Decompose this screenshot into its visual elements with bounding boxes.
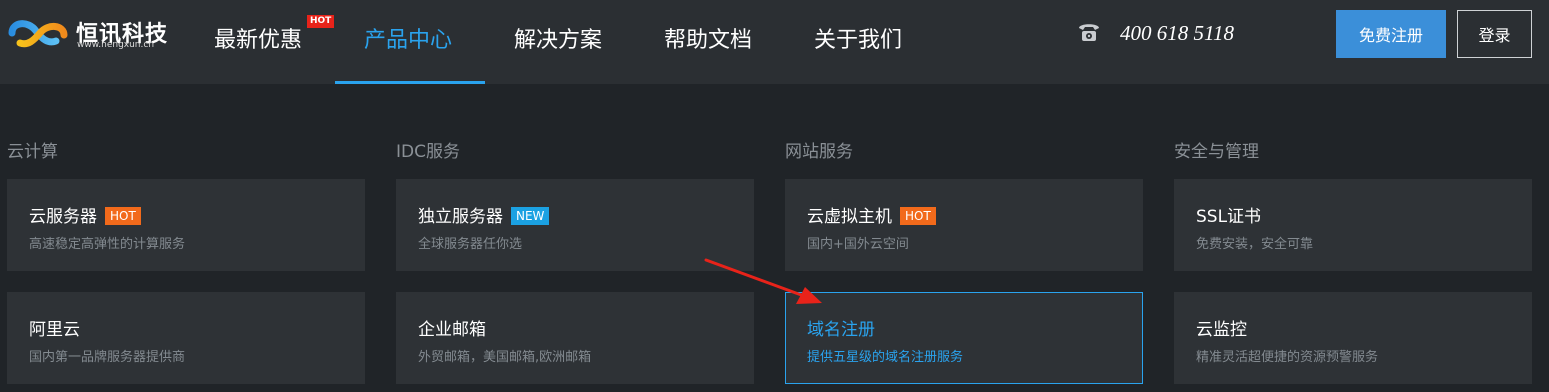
hot-tag: HOT xyxy=(900,207,936,225)
product-name: 域名注册 xyxy=(807,320,875,340)
product-name: 独立服务器 NEW xyxy=(418,202,550,227)
category-title-security: 安全与管理 xyxy=(1174,142,1259,162)
brand-domain: www.hengxun.cn xyxy=(77,40,155,50)
product-card-dedicated-server[interactable]: 独立服务器 NEW 全球服务器任你选 xyxy=(396,179,754,271)
product-name: 云监控 xyxy=(1196,320,1247,340)
product-name: 企业邮箱 xyxy=(418,320,486,340)
register-button[interactable]: 免费注册 xyxy=(1336,10,1446,58)
category-title-website: 网站服务 xyxy=(785,142,853,162)
telephone-icon xyxy=(1079,24,1099,41)
nav-item-promotions[interactable]: 最新优惠 xyxy=(214,22,302,54)
nav-item-docs[interactable]: 帮助文档 xyxy=(664,22,752,54)
category-title-idc: IDC服务 xyxy=(396,142,460,162)
product-card-cloud-monitor[interactable]: 云监控 精准灵活超便捷的资源预警服务 xyxy=(1174,292,1532,384)
product-card-domain-registration[interactable]: 域名注册 提供五星级的域名注册服务 xyxy=(785,292,1143,384)
nav-item-solutions[interactable]: 解决方案 xyxy=(514,22,602,54)
product-desc: 外贸邮箱，美国邮箱,欧洲邮箱 xyxy=(418,350,592,365)
product-card-virtual-host[interactable]: 云虚拟主机 HOT 国内+国外云空间 xyxy=(785,179,1143,271)
hot-tag: HOT xyxy=(105,207,141,225)
product-desc: 免费安装，安全可靠 xyxy=(1196,237,1314,252)
product-name: 云服务器 HOT xyxy=(29,202,141,227)
product-name: SSL证书 xyxy=(1196,207,1262,227)
nav-item-about[interactable]: 关于我们 xyxy=(814,22,902,54)
top-navbar: 恒讯科技 www.hengxun.cn 最新优惠 HOT 产品中心 解决方案 帮… xyxy=(0,0,1549,84)
product-name: 云虚拟主机 HOT xyxy=(807,202,936,227)
product-desc: 全球服务器任你选 xyxy=(418,237,523,252)
product-desc: 提供五星级的域名注册服务 xyxy=(807,350,964,365)
product-desc: 精准灵活超便捷的资源预警服务 xyxy=(1196,350,1379,365)
category-title-cloud-computing: 云计算 xyxy=(7,142,58,162)
product-card-cloud-server[interactable]: 云服务器 HOT 高速稳定高弹性的计算服务 xyxy=(7,179,365,271)
brand-logo[interactable]: 恒讯科技 www.hengxun.cn xyxy=(6,12,167,52)
phone-number: 400 618 5118 xyxy=(1120,21,1234,45)
nav-item-products[interactable]: 产品中心 xyxy=(364,22,452,54)
product-desc: 国内第一品牌服务器提供商 xyxy=(29,350,186,365)
product-card-aliyun[interactable]: 阿里云 国内第一品牌服务器提供商 xyxy=(7,292,365,384)
hot-badge: HOT xyxy=(307,15,335,28)
product-desc: 高速稳定高弹性的计算服务 xyxy=(29,237,186,252)
product-card-enterprise-mail[interactable]: 企业邮箱 外贸邮箱，美国邮箱,欧洲邮箱 xyxy=(396,292,754,384)
brand-logo-icon xyxy=(8,20,68,48)
product-desc: 国内+国外云空间 xyxy=(807,237,909,252)
new-tag: NEW xyxy=(511,207,550,225)
product-card-ssl-certificate[interactable]: SSL证书 免费安装，安全可靠 xyxy=(1174,179,1532,271)
login-button[interactable]: 登录 xyxy=(1457,10,1532,58)
product-name: 阿里云 xyxy=(29,320,80,340)
active-nav-indicator xyxy=(335,81,485,84)
